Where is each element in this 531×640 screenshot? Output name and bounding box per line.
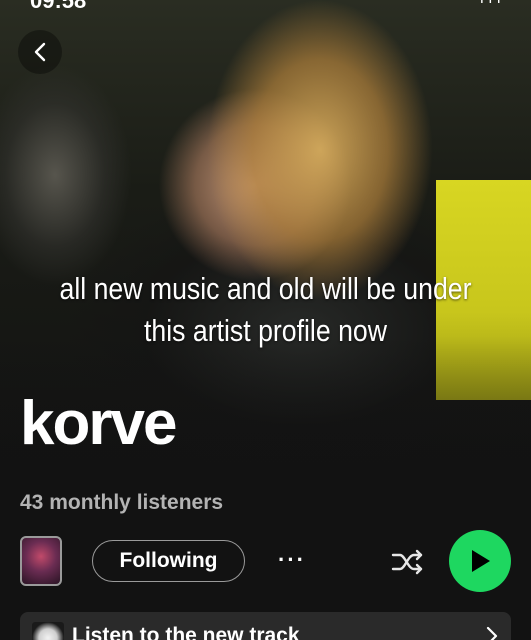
track-thumbnail <box>32 622 64 640</box>
chevron-right-icon <box>486 626 498 640</box>
play-icon <box>472 550 490 572</box>
status-time: 09:58 <box>30 0 87 13</box>
track-banner-title: Listen to the new track <box>72 624 300 640</box>
artist-release-thumbnail[interactable] <box>20 536 62 586</box>
header-caption: all new music and old will be under this… <box>37 268 494 352</box>
status-bar: 09:58 ııı <box>0 0 531 14</box>
header-caption-line-1: all new music and old will be under <box>59 271 472 306</box>
monthly-listeners: 43 monthly listeners <box>20 491 224 514</box>
new-track-banner[interactable]: Listen to the new track <box>20 612 511 640</box>
artist-name: korve <box>20 389 177 458</box>
more-options-button[interactable]: ··· <box>272 545 312 575</box>
following-button[interactable]: Following <box>92 540 245 582</box>
play-button[interactable] <box>449 530 511 592</box>
chevron-left-icon <box>34 42 46 62</box>
back-button[interactable] <box>18 30 62 74</box>
signal-icon: ııı <box>480 0 505 8</box>
header-caption-line-2: this artist profile now <box>143 313 388 348</box>
shuffle-icon <box>391 549 423 575</box>
shuffle-button[interactable] <box>390 545 426 579</box>
